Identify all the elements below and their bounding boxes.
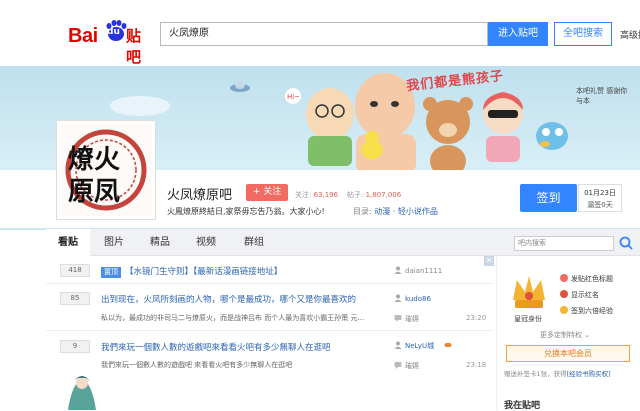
user-icon xyxy=(394,266,402,274)
red-name-icon xyxy=(560,290,568,298)
last-reply-time: 23:18 xyxy=(466,361,487,369)
exp-book-link[interactable]: [经验书购买权] xyxy=(567,370,611,378)
more-perks-link[interactable]: 更多定制特权 ⌄ xyxy=(540,330,590,340)
thread-thumbnail-image[interactable] xyxy=(58,373,106,410)
logo-tieba-text: 贴吧 xyxy=(126,27,142,66)
redeem-membership-button[interactable]: 兑换本吧会员 xyxy=(506,345,630,362)
pinned-badge: 置顶 xyxy=(101,267,121,278)
logo-bai-text: Bai xyxy=(68,25,98,47)
logo-du-text: du xyxy=(107,27,120,37)
thread-title[interactable]: 出到现在，火凤所刻画的人物，哪个是最成功，哪个又是你最喜欢的 xyxy=(101,293,356,305)
reply-count: 9 xyxy=(60,340,90,353)
thread-title-text[interactable]: 【水镜门生守则】【最新话漫画链接地址】 xyxy=(125,267,282,277)
perk-label: 显示红名 xyxy=(571,291,599,299)
signin-date: 01月23日 xyxy=(584,189,616,197)
forum-avatar-image: 燎火 原凤 xyxy=(60,124,152,216)
follow-button[interactable]: + 关注 xyxy=(246,184,288,201)
advanced-search-link[interactable]: 高级搜索 xyxy=(620,28,640,41)
signin-streak: 漏签0天 xyxy=(587,201,613,209)
last-reply-name[interactable]: 璀嬿 xyxy=(405,362,419,370)
all-forum-search-button[interactable]: 全吧搜索 xyxy=(554,22,612,46)
forum-gift-promo[interactable]: 本吧礼赞 感谢你与本 xyxy=(576,86,632,106)
last-reply-name[interactable]: 璀嬿 xyxy=(405,315,419,323)
thread-row[interactable]: 418 置顶 【水镜门生守则】【最新话漫画链接地址】 daian1111 xyxy=(46,256,494,284)
perk-red-name: 显示红名 xyxy=(560,290,599,300)
thread-title[interactable]: 置顶 【水镜门生守则】【最新话漫画链接地址】 xyxy=(101,265,282,278)
directory-link[interactable]: 动漫 · 轻小说作品 xyxy=(374,207,438,216)
user-icon xyxy=(394,341,402,349)
thread-row[interactable]: 9 我們來玩一個數人數的遊戲吧來看看火吧有多少無聊人在逛吧 我們來玩一個數人數的… xyxy=(46,331,494,410)
last-reply-user[interactable]: 璀嬿 xyxy=(394,361,419,371)
supplement-note: 赠送补签卡1张，获得[经验书购买权] xyxy=(504,368,611,378)
red-title-icon xyxy=(560,274,568,282)
thread-author[interactable]: NeLyU城 xyxy=(394,341,455,351)
signin-button[interactable]: 签到 xyxy=(520,184,577,212)
svg-text:原凤: 原凤 xyxy=(68,177,120,207)
tab-posts[interactable]: 看贴 xyxy=(46,229,90,256)
crown-identity-label: 皇冠身份 xyxy=(514,315,542,323)
posts-label: 帖子: xyxy=(347,191,364,199)
signin-exp-icon xyxy=(560,306,568,314)
members-count: 63,196 xyxy=(313,191,339,199)
gamepad-icon xyxy=(444,343,452,347)
forum-search-input[interactable]: 吧内搜索 xyxy=(514,236,614,251)
perk-red-title: 发贴红色标题 xyxy=(560,274,613,284)
supplement-text: 赠送补签卡1张，获得 xyxy=(504,370,567,378)
svg-text:Hi~: Hi~ xyxy=(287,93,300,101)
signin-status: 01月23日 漏签0天 xyxy=(578,184,622,212)
tab-images[interactable]: 图片 xyxy=(94,229,134,256)
author-name[interactable]: NeLyU城 xyxy=(405,342,434,350)
perk-label: 发贴红色标题 xyxy=(571,275,613,283)
last-reply-time: 23:20 xyxy=(466,314,487,322)
perk-signin-exp: 签到六倍经验 xyxy=(560,306,613,316)
baidu-tieba-logo[interactable]: Bai du 贴吧 xyxy=(68,14,152,66)
forum-avatar[interactable]: 燎火 原凤 xyxy=(56,120,156,220)
reply-count: 85 xyxy=(60,292,90,305)
thread-abstract: 私以为，最成功的非司马二与燎原火，而是战神吕布 而个人最为喜欢小霸王孙策 元..… xyxy=(101,314,365,322)
comment-icon xyxy=(394,315,402,322)
comment-icon xyxy=(394,362,402,369)
thread-author[interactable]: daian1111 xyxy=(394,266,442,275)
last-reply-user[interactable]: 璀嬿 xyxy=(394,314,419,324)
members-label: 关注: xyxy=(295,191,312,199)
reply-count: 418 xyxy=(60,264,90,277)
author-name[interactable]: daian1111 xyxy=(405,267,442,275)
thread-row[interactable]: 85 出到现在，火凤所刻画的人物，哪个是最成功，哪个又是你最喜欢的 私以为，最成… xyxy=(46,284,494,331)
enter-forum-button[interactable]: 进入贴吧 xyxy=(488,22,548,46)
forum-title[interactable]: 火凤燎原吧 xyxy=(167,184,232,203)
forum-slogan: 火鳳燎原終結日,家祭毋忘告乃翁。大家小心! xyxy=(167,207,325,216)
author-name[interactable]: kudo86 xyxy=(405,295,431,303)
forum-directory: 目录: 动漫 · 轻小说作品 xyxy=(353,206,438,217)
thread-author[interactable]: kudo86 xyxy=(394,294,431,303)
directory-label: 目录: xyxy=(353,207,372,216)
crown-icon xyxy=(513,276,545,308)
forum-stats: 关注: 63,196 帖子: 1,807,006 xyxy=(295,190,401,200)
search-input[interactable]: 火凤燎原 xyxy=(160,22,488,46)
thread-title[interactable]: 我們來玩一個數人數的遊戲吧來看看火吧有多少無聊人在逛吧 xyxy=(101,341,331,353)
tab-groups[interactable]: 群组 xyxy=(234,229,274,256)
posts-count: 1,807,006 xyxy=(365,191,402,199)
svg-text:燎火: 燎火 xyxy=(68,145,120,175)
tab-videos[interactable]: 视频 xyxy=(186,229,226,256)
user-icon xyxy=(394,294,402,302)
my-tieba-title: 我在贴吧 xyxy=(504,401,541,411)
tab-featured[interactable]: 精品 xyxy=(140,229,180,256)
search-icon[interactable] xyxy=(618,235,634,251)
top-bar: Bai du 贴吧 火凤燎原 进入贴吧 全吧搜索 高级搜索 xyxy=(0,0,640,66)
thread-abstract: 我們來玩一個數人數的遊戲吧 來看看火吧有多少無聊人在逛吧 xyxy=(101,361,293,369)
perk-label: 签到六倍经验 xyxy=(571,307,613,315)
